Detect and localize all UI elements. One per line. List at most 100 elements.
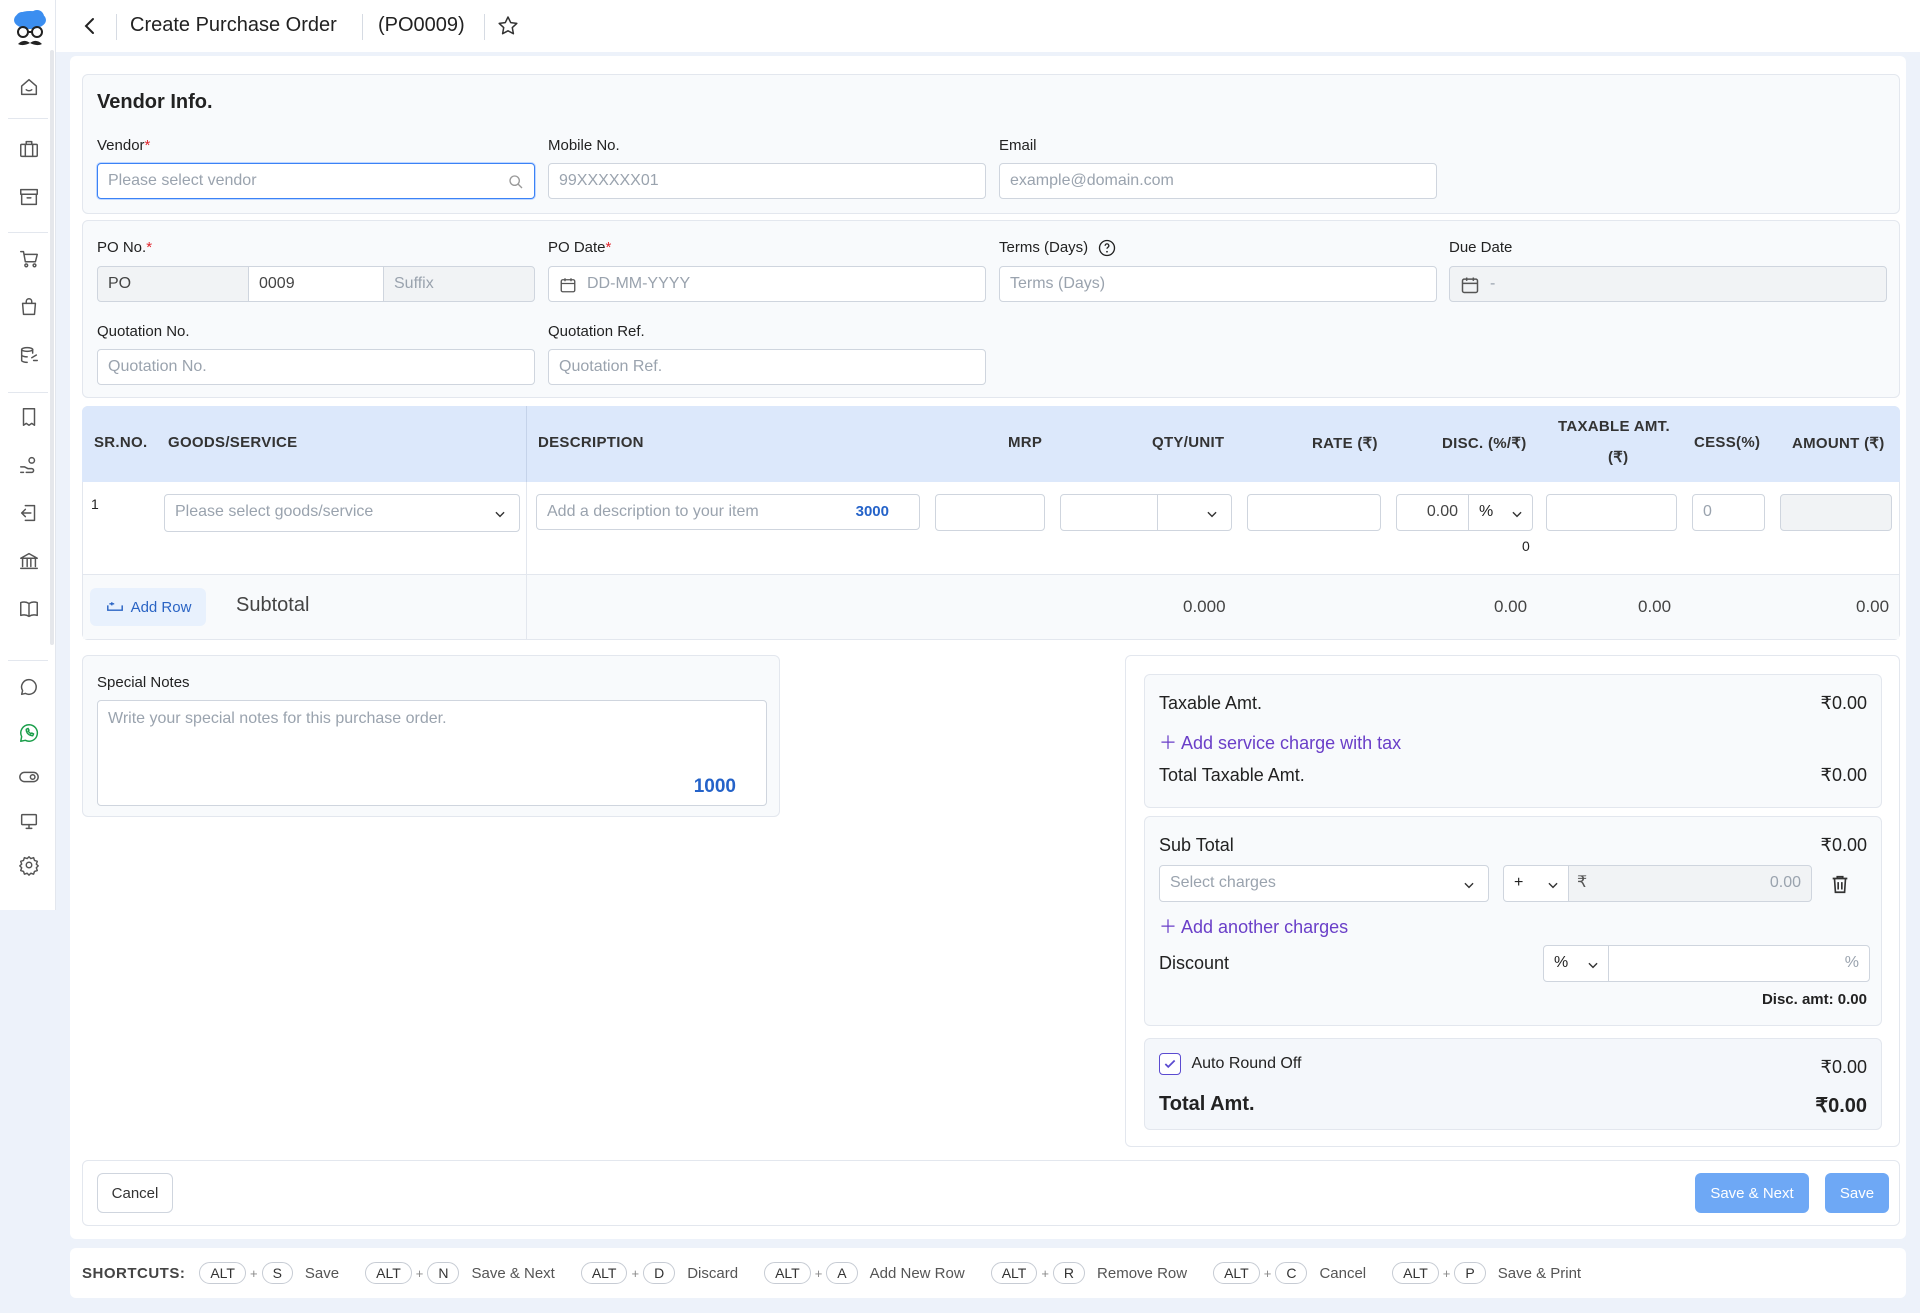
charge-sign-select[interactable]: + — [1503, 865, 1569, 902]
quotation-no-input[interactable]: Quotation No. — [97, 349, 535, 385]
quotation-ref-input[interactable]: Quotation Ref. — [548, 349, 986, 385]
mobile-label: Mobile No. — [548, 137, 620, 154]
chevron-down-icon — [1207, 511, 1217, 518]
shortcut-discard: ALT + D Discard — [579, 1262, 738, 1284]
discount-input[interactable]: 0.00 — [1396, 494, 1469, 531]
add-row-icon — [106, 602, 123, 611]
briefcase-icon[interactable] — [16, 136, 42, 162]
help-icon[interactable] — [1098, 239, 1116, 257]
chevron-down-icon — [1548, 882, 1558, 889]
email-input[interactable]: example@domain.com — [999, 163, 1437, 199]
archive-icon[interactable] — [16, 184, 42, 210]
shortcut-save: ALT + S Save — [197, 1262, 339, 1284]
search-icon — [509, 175, 523, 189]
auto-round-off-checkbox[interactable] — [1159, 1053, 1181, 1075]
cart-icon[interactable] — [16, 246, 42, 272]
col-qty-unit: QTY/UNIT — [1152, 434, 1225, 451]
home-icon[interactable] — [16, 74, 42, 100]
sub-total-value: ₹0.00 — [1820, 835, 1868, 855]
row-sr-no: 1 — [91, 496, 99, 512]
rate-input[interactable] — [1247, 494, 1381, 531]
col-rate: RATE (₹) — [1312, 435, 1378, 452]
col-taxable-amt: TAXABLE AMT. — [1558, 418, 1670, 435]
shortcut-add-row: ALT + A Add New Row — [762, 1262, 965, 1284]
calendar-icon — [1461, 277, 1479, 294]
total-amt-label: Total Amt. — [1159, 1093, 1255, 1115]
charge-amount-field: ₹ 0.00 — [1568, 865, 1812, 902]
save-next-button[interactable]: Save & Next — [1695, 1173, 1809, 1213]
shortcuts-label: SHORTCUTS: — [82, 1264, 186, 1282]
shortcut-save-print: ALT + P Save & Print — [1390, 1262, 1581, 1284]
col-mrp: MRP — [1008, 434, 1043, 451]
special-notes-label: Special Notes — [97, 674, 190, 691]
book-icon[interactable] — [16, 596, 42, 622]
taxable-amt-label: Taxable Amt. — [1159, 693, 1263, 713]
page-title: Create Purchase Order — [130, 14, 337, 36]
receipt-icon[interactable] — [16, 404, 42, 430]
charges-card: Sub Total ₹0.00 Select charges + ₹ 0.00 … — [1144, 816, 1882, 1026]
auto-round-off[interactable]: Auto Round Off — [1159, 1053, 1301, 1075]
quotation-no-label: Quotation No. — [97, 323, 190, 340]
total-card: Auto Round Off ₹0.00 Total Amt. ₹0.00 — [1144, 1038, 1882, 1130]
chat-icon[interactable] — [16, 674, 42, 700]
mobile-input[interactable]: 99XXXXXX01 — [548, 163, 986, 199]
discount-input-summary[interactable]: % — [1608, 945, 1870, 982]
cancel-button[interactable]: Cancel — [97, 1173, 173, 1213]
return-icon[interactable] — [16, 500, 42, 526]
po-number-input[interactable]: 0009 — [248, 266, 384, 302]
special-notes-textarea[interactable]: Write your special notes for this purcha… — [97, 700, 767, 806]
col-goods-service: GOODS/SERVICE — [168, 434, 298, 451]
subtotal-discount: 0.00 — [1494, 597, 1528, 616]
favorite-star-icon[interactable] — [496, 14, 520, 38]
charges-select[interactable]: Select charges — [1159, 865, 1489, 902]
bank-icon[interactable] — [16, 548, 42, 574]
taxable-amt-input[interactable] — [1546, 494, 1677, 531]
vendor-select[interactable]: Please select vendor — [97, 163, 535, 199]
description-char-limit: 3000 — [855, 503, 889, 520]
cess-input[interactable]: 0 — [1692, 494, 1765, 531]
taxable-amt-value: ₹0.00 — [1820, 693, 1868, 713]
discount-amount: 0 — [1522, 538, 1530, 554]
total-taxable-value: ₹0.00 — [1820, 765, 1868, 785]
discount-type-select[interactable]: % — [1468, 494, 1533, 531]
monitor-icon[interactable] — [16, 808, 42, 834]
sidebar-scrollbar[interactable] — [50, 50, 54, 645]
taxable-summary-card: Taxable Amt. ₹0.00 ＋ Add service charge … — [1144, 674, 1882, 808]
quotation-ref-label: Quotation Ref. — [548, 323, 645, 340]
hand-coins-icon[interactable] — [16, 452, 42, 478]
mrp-input[interactable] — [935, 494, 1045, 531]
discount-type-select-summary[interactable]: % — [1543, 945, 1609, 982]
vendor-info-heading: Vendor Info. — [97, 91, 213, 113]
subtotal-label: Subtotal — [236, 594, 310, 616]
add-another-charges-link[interactable]: ＋ Add another charges — [1159, 913, 1348, 939]
subtotal-qty: 0.000 — [1183, 597, 1226, 616]
settings-icon[interactable] — [16, 852, 42, 878]
shortcut-remove-row: ALT + R Remove Row — [989, 1262, 1187, 1284]
vendor-info-card: Vendor Info. Vendor* Please select vendo… — [82, 74, 1900, 214]
po-date-input[interactable]: DD-MM-YYYY — [548, 266, 986, 302]
add-row-button[interactable]: Add Row — [90, 588, 206, 626]
add-service-charge-link[interactable]: ＋ Add service charge with tax — [1159, 729, 1401, 755]
currency-symbol: ₹ — [1577, 874, 1588, 891]
chevron-down-icon — [1588, 962, 1598, 969]
po-suffix-field: Suffix — [383, 266, 535, 302]
po-date-label: PO Date* — [548, 239, 612, 256]
trash-icon[interactable] — [1829, 873, 1851, 895]
toggle-icon[interactable] — [16, 764, 42, 790]
whatsapp-icon[interactable] — [16, 720, 42, 746]
description-input[interactable]: Add a description to your item 3000 — [536, 494, 920, 530]
shortcuts-bar: SHORTCUTS: ALT + S Save ALT + N Save & Next AL… — [70, 1248, 1906, 1298]
save-button[interactable]: Save — [1825, 1173, 1889, 1213]
shopping-bag-icon[interactable] — [16, 294, 42, 320]
chevron-down-icon — [495, 511, 505, 518]
unit-select[interactable] — [1157, 494, 1232, 531]
email-label: Email — [999, 137, 1037, 154]
inventory-icon[interactable] — [16, 342, 42, 368]
po-details-card: PO No.* PO 0009 Suffix PO Date* DD-MM-YY… — [82, 220, 1900, 398]
terms-label: Terms (Days) — [999, 239, 1116, 257]
qty-input[interactable] — [1060, 494, 1158, 531]
goods-service-select[interactable]: Please select goods/service — [164, 494, 520, 532]
terms-input[interactable]: Terms (Days) — [999, 266, 1437, 302]
back-arrow-icon[interactable] — [78, 14, 102, 38]
chevron-down-icon — [1464, 882, 1474, 889]
